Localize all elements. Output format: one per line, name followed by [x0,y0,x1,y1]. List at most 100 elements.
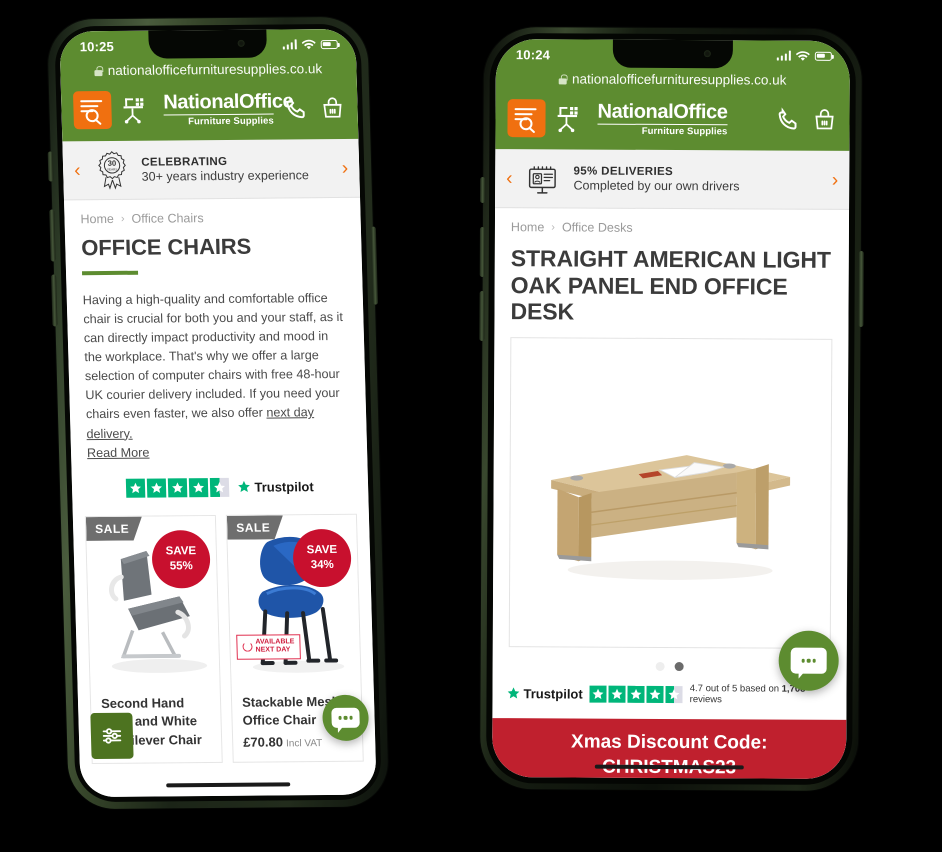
product-image-wrap: SALE SAVE 55% [85,515,220,685]
browser-viewport-left: 10:25 nationalofficefurnituresupplies.co… [59,28,377,798]
phone-icon[interactable] [283,95,310,121]
product-image-wrap: SALE SAVE 34% AVAILABLE NEXT DAY [226,514,361,684]
sale-flag: SALE [86,516,143,540]
star-4 [189,477,209,498]
breadcrumb-right: Home › Office Desks [495,208,849,238]
url-text: nationalofficefurnituresupplies.co.uk [571,71,787,88]
trustpilot-stars [126,477,230,498]
url-text: nationalofficefurnituresupplies.co.uk [107,61,323,79]
front-camera-icon [237,39,245,47]
next-day-line2: NEXT DAY [255,646,291,655]
breadcrumb-current: Office Chairs [131,211,204,226]
battery-icon [814,51,832,61]
phone-left-screen: 10:25 nationalofficefurnituresupplies.co… [59,28,377,798]
product-gallery[interactable] [508,337,833,649]
status-time: 10:25 [79,38,115,54]
star-3 [168,478,188,498]
signal-bars-icon [776,50,791,61]
scene: 10:25 nationalofficefurnituresupplies.co… [0,0,942,852]
chat-bubble-icon[interactable] [321,694,370,742]
filter-sliders-icon[interactable] [90,712,134,760]
star-5 [665,685,683,703]
phone-icon[interactable] [775,107,801,133]
chevron-right-icon[interactable]: › [339,157,352,178]
site-header-right: NationalOffice Furniture Supplies [495,93,849,151]
volume-up-button[interactable] [479,226,485,278]
url-bar-right[interactable]: nationalofficefurnituresupplies.co.uk [496,69,850,95]
next-day-line1: AVAILABLE [255,638,295,646]
site-header-left: NationalOffice Furniture Supplies [61,83,359,142]
star-2 [608,685,626,703]
browser-viewport-right: 10:24 nationalofficefurnituresupplies.co… [492,39,850,779]
phone-left: 10:25 nationalofficefurnituresupplies.co… [46,16,390,810]
home-indicator[interactable] [166,782,291,788]
breadcrumb-left: Home › Office Chairs [64,198,361,229]
wifi-icon [301,39,316,49]
trustpilot-summary-suffix: reviews [689,694,722,706]
svg-text:YEARS: YEARS [107,167,118,171]
star-1 [126,478,146,498]
light-oak-panel-end-desk-image [551,454,791,580]
star-2 [147,478,167,498]
logo-word-national: National [597,100,674,123]
desk-chair-logo-icon [123,98,144,124]
mute-switch[interactable] [47,151,54,182]
trustpilot-stars [589,685,683,703]
gallery-dot-1[interactable] [655,661,665,671]
trustpilot-star-icon [238,481,251,493]
mute-switch[interactable] [480,176,486,204]
lock-icon [95,66,103,76]
phone-left-shadow [118,820,418,846]
price-value: £70.80 [242,734,284,750]
trustpilot-label: Trustpilot [254,478,314,495]
phone-right-shadow [540,816,840,838]
site-logo-right[interactable]: NationalOffice Furniture Supplies [555,100,765,137]
power-button[interactable] [858,250,864,328]
gallery-dot-2[interactable] [674,662,684,672]
chevron-left-icon[interactable]: ‹ [71,160,84,181]
url-bar-left[interactable]: nationalofficefurnituresupplies.co.uk [60,59,357,86]
save-label: SAVE [165,545,197,558]
chat-bubble-icon[interactable] [778,630,839,691]
status-time: 10:24 [515,46,551,62]
browser-chrome-left: 10:25 nationalofficefurnituresupplies.co… [59,28,359,142]
status-indicators [282,39,338,50]
thirty-years-badge-icon: 30 YEARS [98,151,127,190]
promo-carousel-left[interactable]: ‹ 30 YEARS CELEBRATING 30+ years industr… [62,138,361,201]
menu-search-icon[interactable] [507,99,546,138]
power-button[interactable] [370,226,379,305]
chevron-left-icon[interactable]: ‹ [503,168,515,189]
intro-paragraph: Having a high-quality and comfortable of… [82,290,344,422]
breadcrumb-home[interactable]: Home [511,220,544,234]
promo-subtitle: Completed by our own drivers [573,177,740,193]
status-indicators [776,50,832,61]
trustpilot-summary-prefix: 4.7 out of 5 based on [689,683,782,695]
promo-title: 95% DELIVERIES [573,164,674,178]
chevron-right-icon[interactable]: › [829,169,841,190]
promo-title: CELEBRATING [141,155,228,169]
read-more-link[interactable]: Read More [87,445,150,460]
trustpilot-widget-left[interactable]: Trustpilot [71,460,368,498]
volume-down-button[interactable] [479,290,485,342]
promo-carousel-right[interactable]: ‹ 95% DELIVERIES Completed by our own dr… [495,149,850,210]
trustpilot-label: Trustpilot [523,685,583,702]
page-title-left: OFFICE CHAIRS [80,233,252,261]
star-5 [210,477,230,497]
basket-icon[interactable] [811,107,837,133]
lock-icon [559,74,567,84]
desk-chair-logo-icon [557,106,578,133]
sale-flag: SALE [227,515,284,539]
site-logo-left[interactable]: NationalOffice Furniture Supplies [121,90,294,128]
breadcrumb-separator-icon: › [551,221,555,234]
trustpilot-star-icon [507,687,520,699]
logo-tagline: Furniture Supplies [597,123,728,137]
wifi-icon [795,50,810,61]
logo-wordmark: NationalOffice [163,90,294,113]
xmas-discount-banner[interactable]: Xmas Discount Code: CHRISTMAS23 [492,718,847,779]
star-3 [627,685,645,703]
breadcrumb-home[interactable]: Home [80,212,114,226]
product-title-right: STRAIGHT AMERICAN LIGHT OAK PANEL END OF… [510,245,831,325]
home-indicator[interactable] [594,764,744,770]
menu-search-icon[interactable] [72,90,113,130]
basket-icon[interactable] [319,95,346,121]
